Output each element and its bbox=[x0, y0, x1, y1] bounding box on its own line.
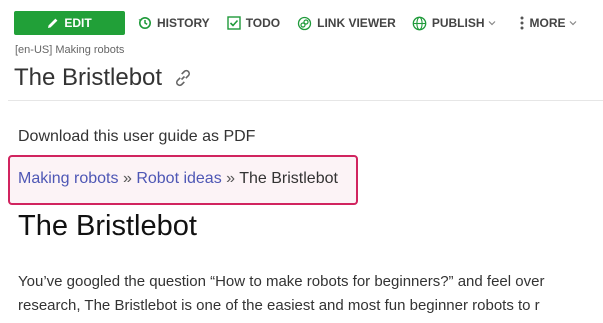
vertical-dots-icon bbox=[520, 16, 524, 30]
article-title: The Bristlebot bbox=[18, 210, 197, 242]
todo-button[interactable]: TODO bbox=[226, 16, 281, 30]
link-icon[interactable] bbox=[173, 68, 193, 88]
breadcrumb-separator: » bbox=[226, 170, 236, 187]
breadcrumb-item-making-robots[interactable]: Making robots bbox=[18, 170, 119, 187]
publish-button[interactable]: PUBLISH bbox=[412, 16, 497, 31]
link-viewer-label: LINK VIEWER bbox=[317, 16, 396, 30]
page-title-text: The Bristlebot bbox=[14, 64, 163, 91]
more-button[interactable]: MORE bbox=[520, 16, 577, 30]
breadcrumb-item-robot-ideas[interactable]: Robot ideas bbox=[136, 170, 221, 187]
toolbar: EDIT HISTORY TODO LINK VIEWER PUBLISH MO… bbox=[14, 11, 577, 35]
download-pdf-link[interactable]: Download this user guide as PDF bbox=[18, 128, 255, 146]
chevron-down-icon bbox=[569, 20, 577, 26]
header-breadcrumb[interactable]: [en-US] Making robots bbox=[15, 44, 124, 56]
publish-label: PUBLISH bbox=[431, 16, 485, 30]
chevron-down-icon bbox=[488, 20, 496, 26]
link-viewer-button[interactable]: LINK VIEWER bbox=[297, 16, 396, 31]
todo-label: TODO bbox=[245, 16, 281, 30]
header-divider bbox=[8, 100, 603, 101]
history-label: HISTORY bbox=[157, 16, 210, 30]
breadcrumb: Making robots » Robot ideas » The Bristl… bbox=[18, 170, 338, 188]
globe-icon bbox=[412, 16, 427, 31]
breadcrumb-separator: » bbox=[122, 170, 132, 187]
edit-button[interactable]: EDIT bbox=[14, 11, 125, 35]
history-button[interactable]: HISTORY bbox=[138, 16, 210, 30]
pencil-icon bbox=[47, 17, 59, 29]
checkbox-icon bbox=[226, 16, 241, 30]
breadcrumb-item-current: The Bristlebot bbox=[239, 170, 338, 187]
paragraph-line: You’ve googled the question “How to make… bbox=[18, 273, 545, 290]
link-viewer-icon bbox=[297, 16, 312, 31]
page-title: The Bristlebot bbox=[14, 64, 193, 92]
paragraph-line: research, The Bristlebot is one of the e… bbox=[18, 297, 540, 314]
more-label: MORE bbox=[529, 16, 566, 30]
history-icon bbox=[138, 16, 152, 30]
edit-button-label: EDIT bbox=[64, 16, 92, 30]
page: EDIT HISTORY TODO LINK VIEWER PUBLISH MO… bbox=[0, 0, 603, 323]
